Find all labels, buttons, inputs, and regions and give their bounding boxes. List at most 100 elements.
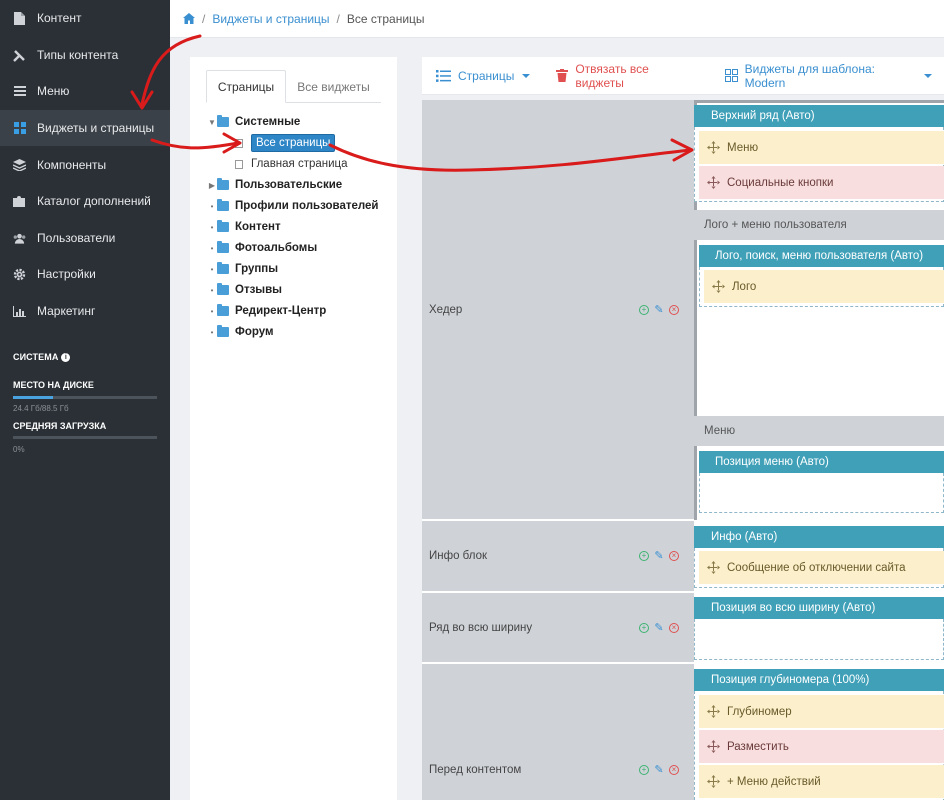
widget-breadcrumbs[interactable]: Глубиномер (699, 695, 944, 729)
breadcrumb-widgets-pages[interactable]: Виджеты и страницы (212, 12, 329, 26)
add-icon[interactable]: + (639, 551, 649, 561)
sidebar-item-addons-catalog[interactable]: Каталог дополнений (0, 183, 170, 219)
list-icon (436, 69, 451, 82)
position-row-header: Хедер + ✎ × (422, 100, 694, 521)
widgets-toolbar: Страницы Отвязать все виджеты Виджеты дл… (422, 57, 944, 95)
panel-tabs: Страницы Все виджеты (206, 70, 381, 103)
block-body-menu-position (699, 473, 944, 513)
position-name: Перед контентом (429, 764, 522, 776)
widget-social-buttons[interactable]: Социальные кнопки (699, 166, 944, 200)
move-icon[interactable] (707, 705, 720, 718)
tree-node-all-pages[interactable]: Все страницы (235, 133, 336, 153)
page-icon (235, 159, 243, 169)
tree-bullet-icon: • (210, 243, 214, 253)
tree-node-content[interactable]: • Контент (207, 217, 281, 237)
widget-label: Сообщение об отключении сайта (727, 561, 906, 574)
tree-bullet-icon: • (210, 285, 214, 295)
add-icon[interactable]: + (639, 765, 649, 775)
edit-icon[interactable]: ✎ (654, 551, 664, 562)
add-icon[interactable]: + (639, 623, 649, 633)
folder-icon (217, 115, 229, 127)
widget-label: Лого (732, 280, 757, 293)
tab-all-widgets[interactable]: Все виджеты (286, 70, 381, 103)
tree-expanded-icon[interactable]: ▼ (207, 118, 217, 127)
move-icon[interactable] (712, 280, 725, 293)
sidebar-item-menu[interactable]: Меню (0, 73, 170, 109)
tree-node-main-page[interactable]: Главная страница (235, 154, 348, 174)
info-icon[interactable]: i (61, 352, 71, 362)
sidebar-item-content[interactable]: Контент (0, 0, 170, 36)
edit-icon[interactable]: ✎ (654, 765, 664, 776)
tree-node-user-profiles[interactable]: • Профили пользователей (207, 196, 379, 216)
sidebar-item-components[interactable]: Компоненты (0, 147, 170, 183)
block-title-depth[interactable]: Позиция глубиномера (100%) (694, 669, 944, 691)
position-actions: + ✎ × (639, 765, 679, 776)
breadcrumb-current: Все страницы (346, 11, 425, 26)
home-icon[interactable] (183, 13, 195, 24)
block-title-top-row[interactable]: Верхний ряд (Авто) (694, 105, 944, 127)
block-body-depth: Глубиномер Разместить + Меню действий (694, 691, 944, 800)
tree-node-system[interactable]: ▼ Системные (207, 112, 300, 132)
folder-icon (217, 325, 229, 337)
move-icon[interactable] (707, 176, 720, 189)
position-actions: + ✎ × (639, 551, 679, 562)
block-title-info[interactable]: Инфо (Авто) (694, 526, 944, 548)
widget-place[interactable]: Разместить (699, 730, 944, 764)
load-value: 0% (13, 445, 25, 454)
delete-icon[interactable]: × (669, 623, 679, 633)
move-icon[interactable] (707, 740, 720, 753)
sidebar-item-content-types[interactable]: Типы контента (0, 37, 170, 73)
block-title-menu-position[interactable]: Позиция меню (Авто) (699, 451, 944, 473)
sidebar-item-users[interactable]: Пользователи (0, 220, 170, 256)
move-icon[interactable] (707, 141, 720, 154)
tree-node-groups[interactable]: • Группы (207, 259, 278, 279)
folder-icon (217, 178, 229, 190)
delete-icon[interactable]: × (669, 305, 679, 315)
widget-site-off-message[interactable]: Сообщение об отключении сайта (699, 551, 944, 585)
add-icon[interactable]: + (639, 305, 649, 315)
sidebar-item-widgets-pages[interactable]: Виджеты и страницы (0, 110, 170, 146)
block-title-full-width[interactable]: Позиция во всю ширину (Авто) (694, 597, 944, 619)
layout-column: Верхний ряд (Авто) Меню Социальные кнопк… (694, 100, 944, 800)
tree-node-label: Редирект-Центр (235, 305, 327, 317)
tree-node-label: Форум (235, 326, 274, 338)
delete-icon[interactable]: × (669, 765, 679, 775)
tree-node-label: Пользовательские (235, 179, 343, 191)
folder-icon (217, 262, 229, 274)
disk-progress-bar (13, 396, 157, 399)
users-icon (13, 232, 26, 245)
tree-node-redirect-center[interactable]: • Редирект-Центр (207, 301, 326, 321)
gear-icon (13, 268, 26, 281)
sidebar-item-marketing[interactable]: Маркетинг (0, 293, 170, 329)
edit-icon[interactable]: ✎ (654, 623, 664, 634)
block-title-logo[interactable]: Лого, поиск, меню пользователя (Авто) (699, 245, 944, 267)
pages-dropdown-button[interactable]: Страницы (436, 69, 531, 83)
template-widgets-dropdown[interactable]: Виджеты для шаблона: Modern (724, 61, 932, 90)
widget-menu[interactable]: Меню (699, 131, 944, 165)
trash-icon (556, 69, 569, 82)
widget-actions-menu[interactable]: + Меню действий (699, 765, 944, 799)
tree-node-forum[interactable]: • Форум (207, 322, 273, 342)
template-widgets-label: Виджеты для шаблона: Modern (744, 61, 875, 90)
widget-label: Разместить (727, 740, 789, 753)
move-icon[interactable] (707, 775, 720, 788)
sidebar-item-settings[interactable]: Настройки (0, 256, 170, 292)
tab-pages[interactable]: Страницы (206, 70, 286, 103)
delete-icon[interactable]: × (669, 551, 679, 561)
widget-logo[interactable]: Лого (704, 270, 944, 304)
move-icon[interactable] (707, 561, 720, 574)
breadcrumb-separator: / (336, 11, 340, 26)
widget-label: + Меню действий (727, 775, 821, 788)
tree-node-custom[interactable]: ▶ Пользовательские (207, 175, 342, 195)
tree-node-photo-albums[interactable]: • Фотоальбомы (207, 238, 317, 258)
tree-node-label: Главная страница (251, 158, 348, 170)
unbind-all-widgets-button[interactable]: Отвязать все виджеты (556, 62, 698, 90)
disk-value: 24.4 Гб/88.5 Гб (13, 404, 69, 413)
edit-icon[interactable]: ✎ (654, 305, 664, 316)
sidebar: Контент Типы контента Меню Виджеты и стр… (0, 0, 170, 800)
sidebar-item-label: Каталог дополнений (37, 194, 151, 208)
tree-node-reviews[interactable]: • Отзывы (207, 280, 282, 300)
puzzle-icon (13, 195, 26, 208)
menu-section-caption: Меню (694, 416, 944, 446)
tree-collapsed-icon[interactable]: ▶ (207, 181, 217, 190)
